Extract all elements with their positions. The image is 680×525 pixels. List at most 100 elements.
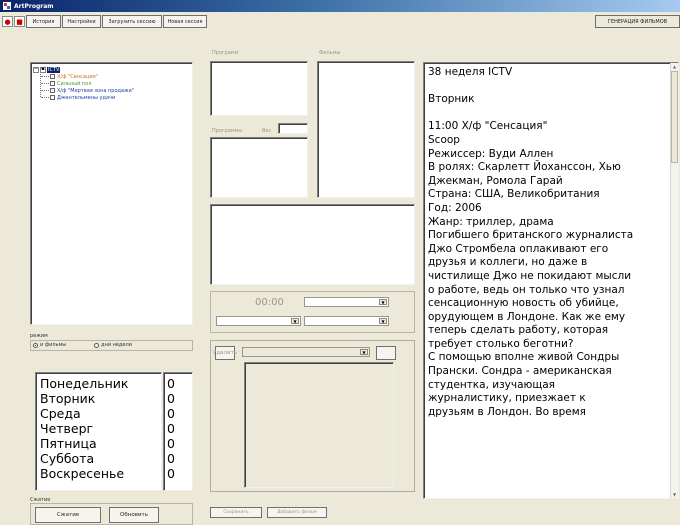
day-count: 0 (167, 466, 175, 481)
text-line: Scoop (428, 133, 460, 146)
tree-item-label: Х/ф "Мертвая зона продажи" (57, 87, 135, 94)
channel-tree[interactable]: − ▪ ICTV Х/ф "Сенсация" Сильный пол Х/ф … (30, 62, 193, 325)
text-line: орудующем в Лондоне. Как же ему (428, 310, 626, 323)
day-count: 0 (167, 421, 175, 436)
load-session-button[interactable]: Загрузить сессию (102, 15, 162, 28)
day-count: 0 (167, 436, 175, 451)
save-button[interactable]: Сохранить (210, 507, 262, 518)
delete-button[interactable]: Удалить (213, 346, 237, 360)
mode-radio-films[interactable]: и фильмы (33, 342, 66, 348)
tree-connector (41, 83, 49, 84)
text-line: 38 неделя ICTV (428, 66, 513, 78)
text-line: студентка, изучающая (428, 378, 555, 391)
tree-item-label: Сильный пол (57, 80, 92, 87)
collapse-icon[interactable]: − (33, 66, 39, 73)
text-line: Вторник (428, 93, 475, 106)
text-line: Погибшего британского журналиста (428, 229, 634, 242)
tree-item[interactable]: Джентельмены удачи (33, 94, 190, 101)
chevron-down-icon[interactable]: ▼ (379, 299, 387, 305)
radio-dot (33, 342, 38, 348)
tree-item[interactable]: Сильный пол (33, 80, 190, 87)
day-item[interactable]: Суббота (40, 451, 157, 466)
text-line: Год: 2006 (428, 201, 482, 214)
text-line: Жанр: триллер, драма (428, 215, 554, 228)
programs-sub-list[interactable] (210, 137, 308, 198)
day-item[interactable]: Вторник (40, 391, 157, 406)
film-action-button[interactable] (376, 346, 396, 360)
tree-connector (41, 97, 49, 98)
text-line: Режиссер: Вуди Аллен (428, 147, 554, 160)
item-icon (50, 88, 55, 93)
text-lines: 38 неделя ICTV Вторник 11:00 Х/ф "Сенсац… (428, 66, 664, 419)
tree-root[interactable]: − ▪ ICTV (33, 66, 190, 73)
tree-connector (41, 76, 49, 77)
text-line: 11:00 Х/ф "Сенсация" (428, 120, 548, 133)
day-item[interactable]: Четверг (40, 421, 157, 436)
generate-films-button[interactable]: ГЕНЕРАЦИЯ ФИЛЬМОВ (595, 15, 680, 28)
time-display: 00:00 (255, 297, 284, 308)
text-line: теперь сделать работу, которая (428, 324, 609, 337)
weight-input[interactable] (278, 123, 308, 134)
chevron-down-icon[interactable]: ▼ (360, 349, 368, 355)
vertical-scrollbar[interactable]: ▲ ▼ (670, 63, 678, 498)
weekday-list[interactable]: Понедельник Вторник Среда Четверг Пятниц… (35, 372, 162, 491)
item-icon (50, 81, 55, 86)
refresh-button[interactable]: Обновить (109, 507, 159, 523)
tree-connector (41, 90, 49, 91)
tree-item[interactable]: Х/ф "Сенсация" (33, 73, 190, 80)
tree-root-label: ICTV (47, 66, 61, 73)
settings-button[interactable]: Настройки (62, 15, 101, 28)
compress-button[interactable]: Сжатие (35, 507, 101, 523)
new-session-button[interactable]: Новая сессия (163, 15, 207, 28)
day-item[interactable]: Среда (40, 406, 157, 421)
chevron-down-icon[interactable]: ▼ (379, 318, 387, 324)
text-line (428, 107, 664, 121)
stop-icon[interactable]: ■ (14, 16, 25, 27)
films-list[interactable] (317, 61, 415, 198)
record-icon[interactable]: ● (2, 16, 13, 27)
right-combo[interactable]: ▼ (304, 316, 389, 326)
day-item[interactable]: Воскресенье (40, 466, 157, 481)
day-item[interactable]: Понедельник (40, 376, 157, 391)
text-line (428, 80, 664, 94)
add-film-button[interactable]: Добавить фильм (267, 507, 327, 518)
text-line: сенсационную новость об убийце, (428, 297, 619, 310)
description-box[interactable] (210, 204, 415, 285)
chevron-down-icon[interactable]: ▼ (291, 318, 299, 324)
text-line: требует столько беготни? (428, 337, 574, 350)
films-label: Фильмы (319, 50, 341, 56)
toolbar: ● ■ История Настройки Загрузить сессию Н… (0, 13, 680, 31)
mode-radio-days[interactable]: дни недели (94, 342, 132, 348)
scroll-down-icon[interactable]: ▼ (671, 491, 678, 498)
text-line: В ролях: Скарлетт Йоханссон, Хью (428, 161, 621, 174)
radio-label: дни недели (101, 342, 132, 348)
text-line: о работе, ведь он только что узнал (428, 283, 625, 296)
left-combo[interactable]: ▼ (216, 316, 301, 326)
scroll-up-icon[interactable]: ▲ (671, 63, 678, 70)
film-detail-list[interactable] (244, 362, 394, 488)
text-line: Прански. Сондра - американская (428, 365, 612, 378)
text-line: С помощью вполне живой Сондры (428, 351, 620, 364)
scroll-thumb[interactable] (671, 71, 678, 163)
day-count: 0 (167, 391, 175, 406)
time-combo[interactable]: ▼ (304, 297, 389, 307)
radio-dot (94, 342, 99, 348)
weight-label: Вес (262, 128, 272, 134)
day-count: 0 (167, 451, 175, 466)
text-line: чистилище Джо не покидают мысли (428, 269, 632, 282)
tree-item-label: Х/ф "Сенсация" (57, 73, 98, 80)
tree-item[interactable]: Х/ф "Мертвая зона продажи" (33, 87, 190, 94)
history-button[interactable]: История (26, 15, 61, 28)
text-line: журналистику, приезжает к (428, 392, 586, 405)
window-title: ArtProgram (14, 2, 54, 10)
film-combo[interactable]: ▼ (242, 347, 370, 357)
day-item[interactable]: Пятница (40, 436, 157, 451)
item-icon (50, 74, 55, 79)
text-line: друзьям в Лондон. Во время (428, 405, 586, 418)
mode-label: режим (30, 333, 48, 339)
program-text-panel[interactable]: 38 неделя ICTV Вторник 11:00 Х/ф "Сенсац… (423, 62, 679, 499)
text-line: Страна: США, Великобритания (428, 188, 600, 201)
tree-item-label: Джентельмены удачи (57, 94, 116, 101)
programs-list[interactable] (210, 61, 308, 116)
text-line: Джекман, Ромола Гарай (428, 174, 563, 187)
